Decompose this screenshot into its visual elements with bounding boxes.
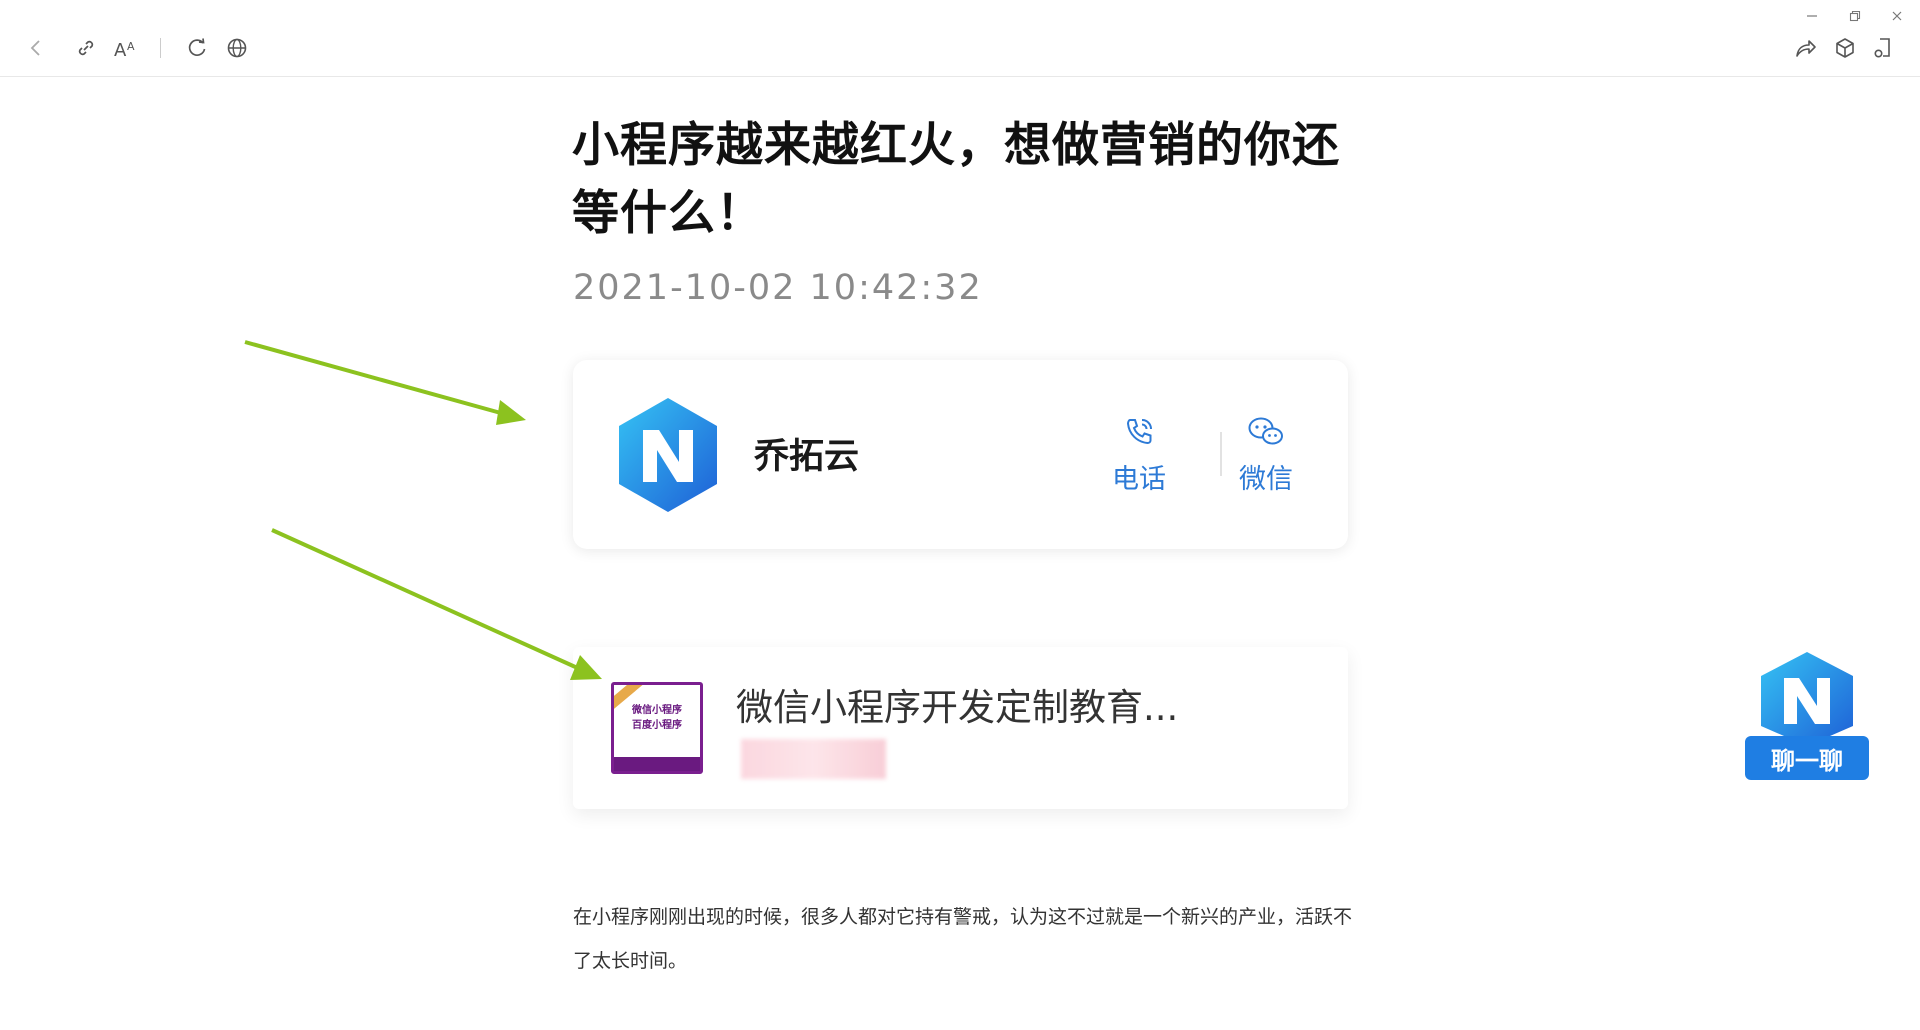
thumbnail-text-1: 微信小程序 xyxy=(632,705,682,716)
phone-icon xyxy=(1122,415,1156,453)
contact-divider xyxy=(1220,432,1222,476)
share-icon[interactable] xyxy=(1792,34,1820,62)
chat-widget[interactable]: 聊一聊 xyxy=(1745,650,1869,780)
cube-icon[interactable] xyxy=(1831,34,1859,62)
product-thumbnail: 微信小程序 百度小程序 xyxy=(611,682,703,774)
product-name: 微信小程序开发定制教育... xyxy=(736,686,1179,729)
restore-icon[interactable] xyxy=(1843,6,1867,26)
refresh-icon[interactable] xyxy=(183,34,211,62)
close-icon[interactable] xyxy=(1885,6,1909,26)
wechat-icon xyxy=(1247,415,1285,453)
thumbnail-footer xyxy=(614,757,700,771)
product-price-redacted xyxy=(741,739,886,779)
annotation-arrow-2 xyxy=(271,528,602,680)
chat-button[interactable]: 聊一聊 xyxy=(1745,736,1869,780)
company-card[interactable]: 乔拓云 电话 微信 xyxy=(573,360,1348,549)
thumbnail-text-2: 百度小程序 xyxy=(632,720,682,731)
company-name: 乔拓云 xyxy=(754,437,860,477)
phone-label: 电话 xyxy=(1112,464,1166,495)
mini-program-icon[interactable] xyxy=(1869,34,1897,62)
svg-text:A: A xyxy=(114,40,127,59)
wechat-button[interactable]: 微信 xyxy=(1226,415,1306,495)
article-title: 小程序越来越红火，想做营销的你还等什么！ xyxy=(572,118,1340,241)
article-paragraph: 在小程序刚刚出现的时候，很多人都对它持有警戒，认为这不过就是一个新兴的产业，活跃… xyxy=(573,906,1353,972)
wechat-label: 微信 xyxy=(1239,464,1293,495)
globe-icon[interactable] xyxy=(223,34,251,62)
phone-button[interactable]: 电话 xyxy=(1099,415,1179,495)
back-icon[interactable] xyxy=(22,34,50,62)
font-size-icon[interactable]: AA xyxy=(112,34,140,62)
product-card[interactable]: 微信小程序 百度小程序 微信小程序开发定制教育... xyxy=(573,647,1348,809)
link-icon[interactable] xyxy=(72,34,100,62)
chat-logo xyxy=(1757,650,1857,746)
annotation-arrow-1 xyxy=(244,340,526,425)
minimize-icon[interactable] xyxy=(1800,6,1824,26)
article-date: 2021-10-02 10:42:32 xyxy=(573,268,983,308)
toolbar: AA xyxy=(0,0,1920,77)
svg-text:A: A xyxy=(127,40,135,53)
toolbar-divider xyxy=(160,38,161,58)
company-logo xyxy=(613,396,723,514)
